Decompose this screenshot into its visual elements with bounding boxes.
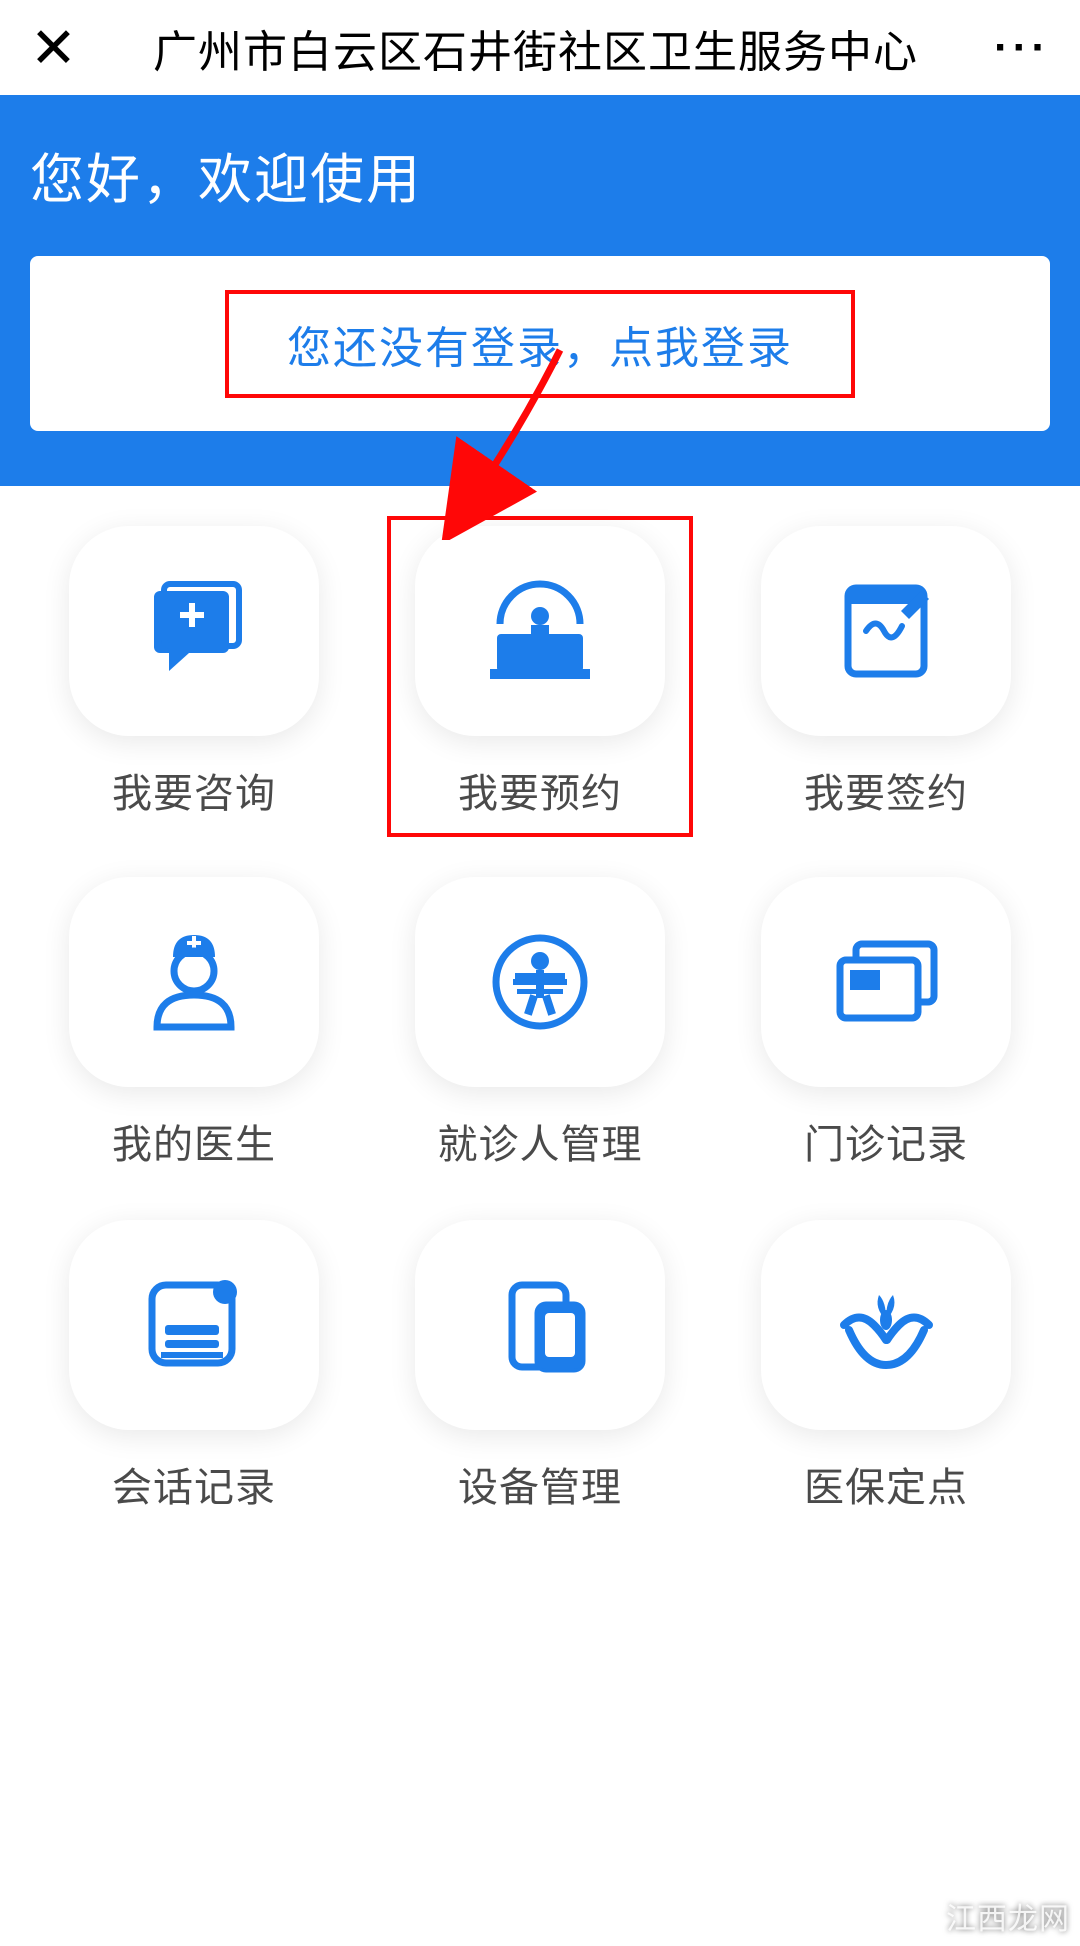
- chat-record-icon: [137, 1270, 252, 1380]
- menu-label: 门诊记录: [804, 1112, 968, 1170]
- menu-item-clinic-record[interactable]: 门诊记录: [747, 877, 1025, 1170]
- menu-label: 我要预约: [458, 761, 622, 819]
- menu-label: 我要咨询: [112, 761, 276, 819]
- menu-label: 就诊人管理: [438, 1112, 643, 1170]
- login-highlight-box: 您还没有登录，点我登录: [225, 290, 855, 398]
- menu-label: 医保定点: [804, 1455, 968, 1513]
- watermark: 江西龙网: [946, 1894, 1070, 1938]
- chat-record-tile: [69, 1220, 319, 1430]
- appointment-tile: [415, 526, 665, 736]
- menu-item-doctor[interactable]: 我的医生: [55, 877, 333, 1170]
- menu-item-insurance[interactable]: 医保定点: [747, 1220, 1025, 1513]
- menu-label: 我要签约: [804, 761, 968, 819]
- menu-label: 会话记录: [112, 1455, 276, 1513]
- clinic-record-tile: [761, 877, 1011, 1087]
- insurance-tile: [761, 1220, 1011, 1430]
- patient-manage-icon: [485, 927, 595, 1037]
- page-title: 广州市白云区石井街社区卫生服务中心: [77, 16, 994, 80]
- title-bar: ✕ 广州市白云区石井街社区卫生服务中心 ···: [0, 0, 1080, 95]
- patient-manage-tile: [415, 877, 665, 1087]
- sign-tile: [761, 526, 1011, 736]
- consult-tile: [69, 526, 319, 736]
- doctor-tile: [69, 877, 319, 1087]
- insurance-icon: [829, 1270, 944, 1380]
- menu-label: 我的医生: [112, 1112, 276, 1170]
- sign-icon: [826, 576, 946, 686]
- menu-item-sign[interactable]: 我要签约: [747, 526, 1025, 827]
- menu-item-appointment[interactable]: 我要预约: [387, 516, 693, 837]
- consult-icon: [134, 576, 254, 686]
- login-card[interactable]: 您还没有登录，点我登录: [30, 256, 1050, 431]
- welcome-text: 您好，欢迎使用: [30, 135, 1050, 214]
- menu-grid-section: 我要咨询 我要预约: [0, 486, 1080, 1543]
- menu-item-patient-manage[interactable]: 就诊人管理: [401, 877, 679, 1170]
- more-icon[interactable]: ···: [994, 23, 1050, 73]
- doctor-icon: [139, 927, 249, 1037]
- close-icon[interactable]: ✕: [30, 20, 77, 76]
- device-icon: [480, 1273, 600, 1378]
- menu-item-chat-record[interactable]: 会话记录: [55, 1220, 333, 1513]
- menu-label: 设备管理: [458, 1455, 622, 1513]
- menu-grid: 我要咨询 我要预约: [55, 526, 1025, 1513]
- menu-item-device[interactable]: 设备管理: [401, 1220, 679, 1513]
- appointment-icon: [475, 574, 605, 689]
- clinic-record-icon: [826, 932, 946, 1032]
- menu-item-consult[interactable]: 我要咨询: [55, 526, 333, 827]
- device-tile: [415, 1220, 665, 1430]
- login-prompt[interactable]: 您还没有登录，点我登录: [287, 324, 793, 373]
- hero-banner: 您好，欢迎使用 您还没有登录，点我登录: [0, 95, 1080, 486]
